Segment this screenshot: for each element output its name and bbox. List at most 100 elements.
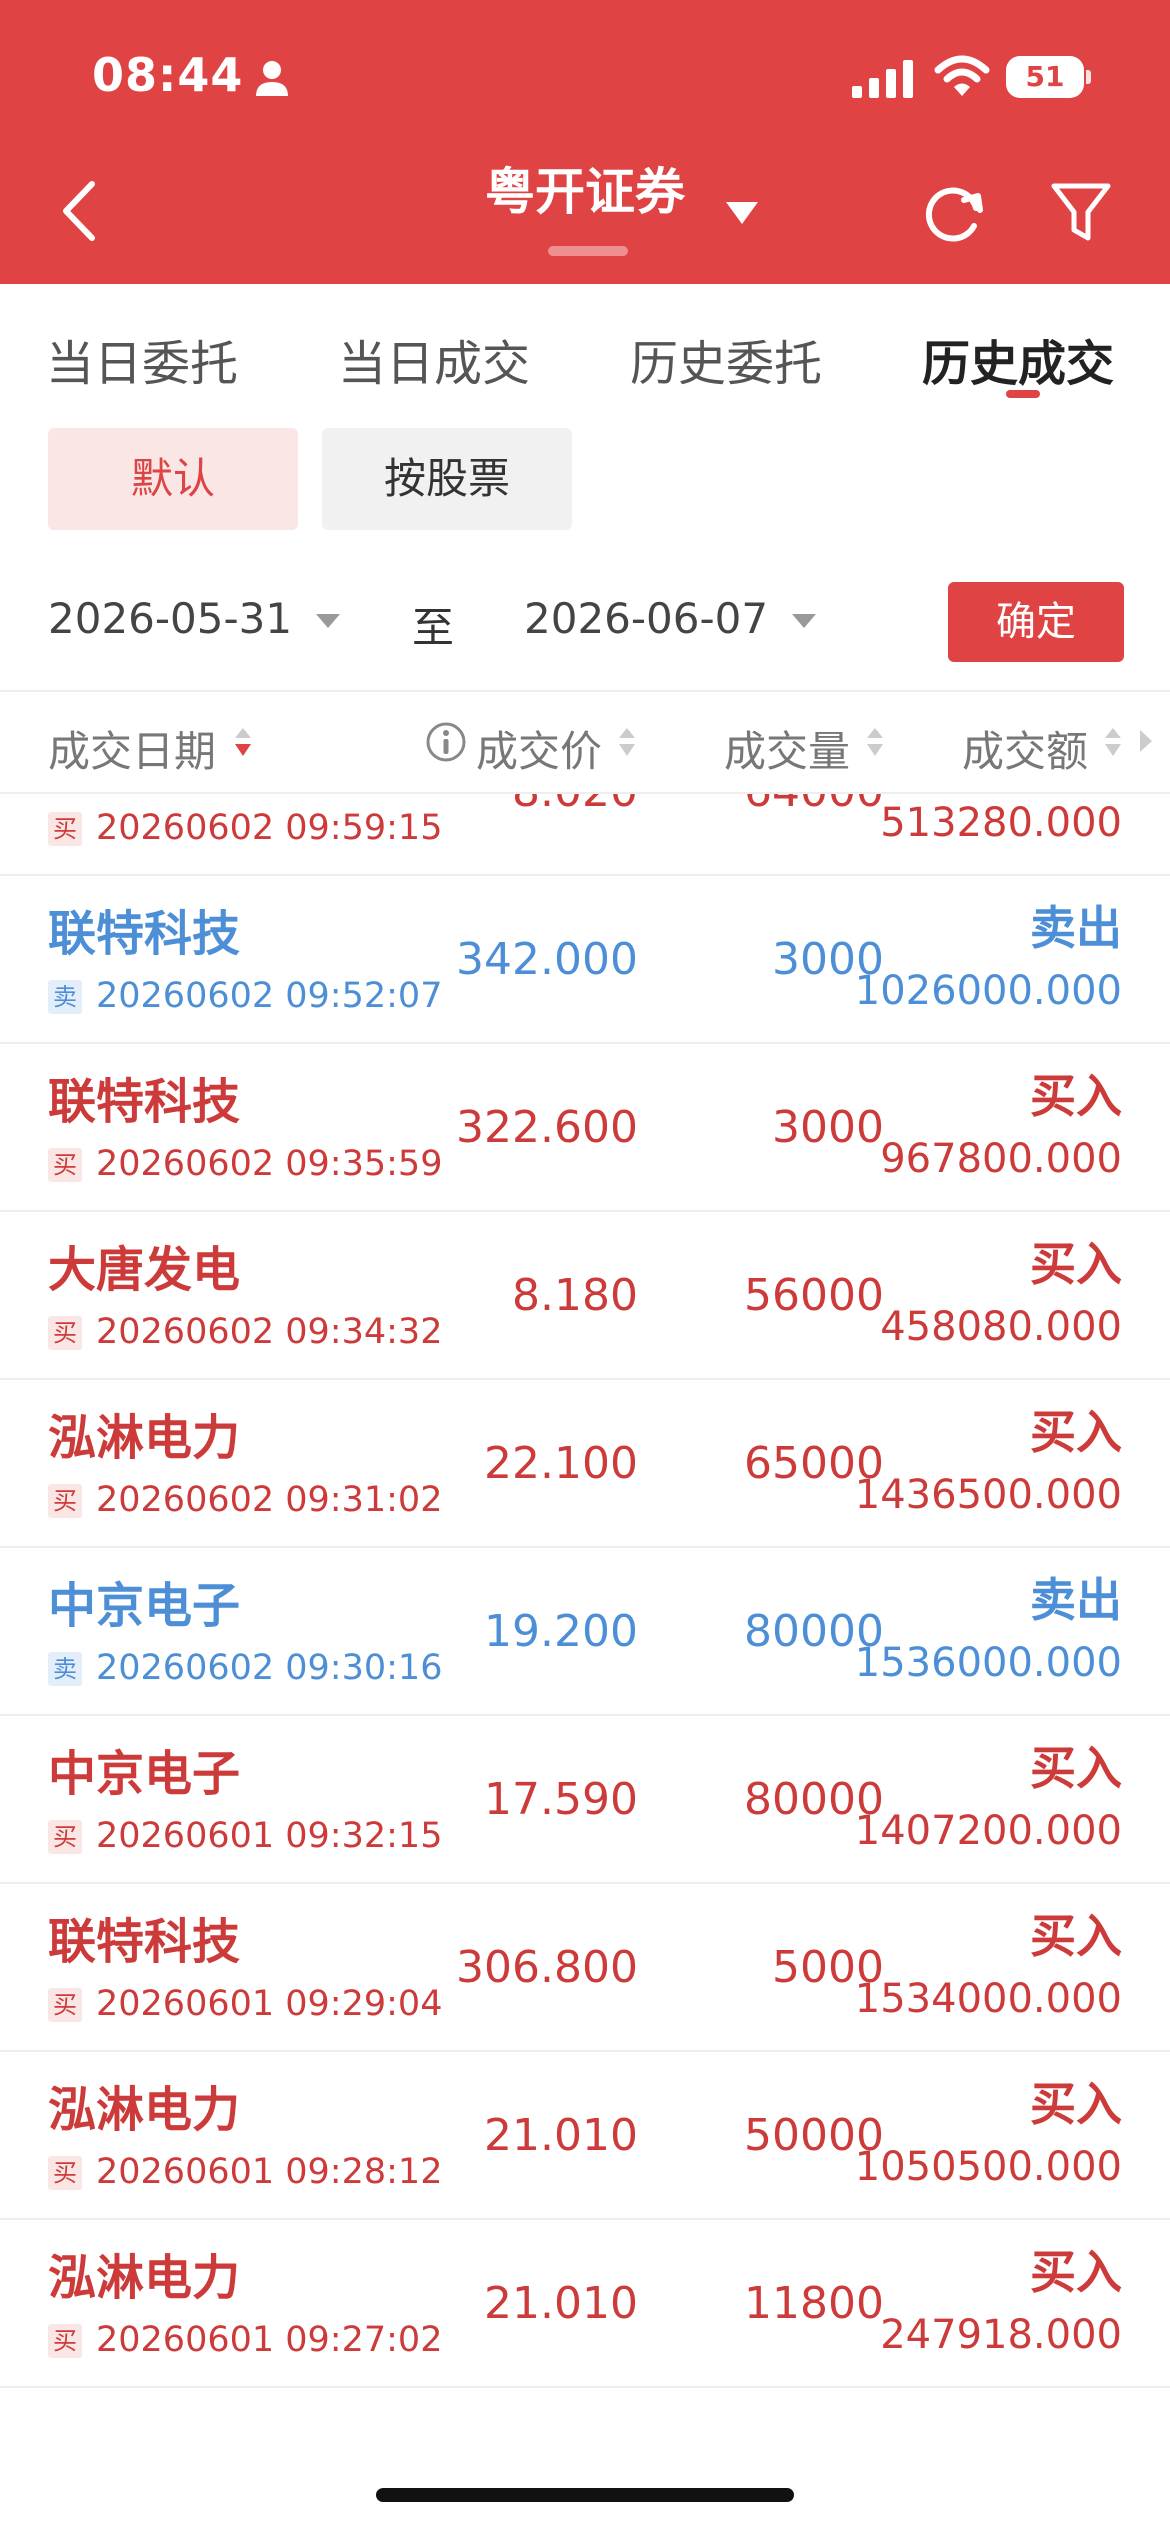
stock-name: 中京电子 [48,1578,241,1634]
table-row[interactable]: 中京电子卖 20260602 09:30:16 19.200 80000 卖出 15360… [0,1548,1170,1716]
table-row[interactable]: 泓淋电力买 20260602 09:31:02 22.100 65000 买入 14365… [0,1380,1170,1548]
chevron-right-icon[interactable] [1136,726,1156,756]
sort-desc-icon[interactable] [232,722,254,762]
trade-amount: 1050500.000 [854,2144,1122,2190]
app-header: 08:44 51 粤开证券 [0,0,1170,284]
trade-price: 21.010 [484,2278,638,2329]
active-tab-indicator [1006,390,1040,398]
trade-time: 20260602 09:52:07 [96,976,443,1016]
trade-time: 20260601 09:32:15 [96,1816,443,1856]
filter-icon[interactable] [1048,178,1114,248]
trade-qty: 56000 [744,1270,884,1321]
sort-icon[interactable] [864,722,886,762]
table-row[interactable]: 联特科技买 20260602 09:35:59 322.600 3000 买入 96780… [0,1044,1170,1212]
trade-price: 21.010 [484,2110,638,2161]
trade-price: 19.200 [484,1606,638,1657]
date-range-separator: 至 [412,603,455,652]
column-date-header[interactable]: 成交日期 [48,718,216,779]
stock-name: 泓淋电力 [48,2082,241,2138]
trade-direction: 买入 [1030,2245,1122,2299]
start-date-field[interactable]: 2026-05-31 [48,594,292,643]
trade-amount: 247918.000 [880,2312,1122,2358]
trade-qty: 11800 [744,2278,884,2329]
trade-direction: 买入 [1030,1069,1122,1123]
tab-today-orders[interactable]: 当日委托 [46,324,238,394]
side-badge: 卖 [48,980,82,1014]
trade-amount: 1536000.000 [854,1640,1122,1686]
side-badge: 买 [48,1316,82,1350]
table-row[interactable]: 大唐发电买 20260602 09:34:32 8.180 56000 买入 458080… [0,1212,1170,1380]
tab-bar: 当日委托 当日成交 历史委托 历史成交 [0,284,1170,404]
trade-direction: 买入 [1030,1909,1122,1963]
table-row[interactable]: 泓淋电力买 20260601 09:27:02 21.010 11800 买入 24791… [0,2220,1170,2388]
refresh-icon[interactable] [918,178,988,248]
page-title[interactable]: 粤开证券 [0,152,1170,224]
confirm-button[interactable]: 确定 [948,582,1124,662]
stock-name: 泓淋电力 [48,1410,241,1466]
trade-amount: 1026000.000 [854,968,1122,1014]
trade-direction: 买入 [1030,1405,1122,1459]
stock-name: 泓淋电力 [48,2250,241,2306]
battery-indicator: 51 [1006,56,1084,98]
end-date-chevron-icon[interactable] [790,612,818,630]
stock-name: 大唐发电 [48,1242,241,1298]
stock-name: 中京电子 [48,1746,241,1802]
status-time: 08:44 [92,48,244,102]
sort-icon[interactable] [1102,722,1124,762]
wifi-icon [934,55,990,96]
trade-price: 22.100 [484,1438,638,1489]
trade-price: 342.000 [456,934,638,985]
trade-time: 20260602 09:34:32 [96,1312,443,1352]
side-badge: 买 [48,2324,82,2358]
trade-direction: 卖出 [1030,1573,1122,1627]
trade-price: 17.590 [484,1774,638,1825]
trade-list[interactable]: 买 20260602 09:59:15 8.020 64000 513280.0… [0,794,1170,2404]
stock-name: 联特科技 [48,906,241,962]
column-qty-header[interactable]: 成交量 [724,718,850,779]
trade-price: 8.180 [512,1270,638,1321]
table-row[interactable]: 泓淋电力买 20260601 09:28:12 21.010 50000 买入 10505… [0,2052,1170,2220]
trade-time: 20260602 09:35:59 [96,1144,443,1184]
trade-direction: 卖出 [1030,901,1122,955]
trade-time: 20260602 09:31:02 [96,1480,443,1520]
table-row[interactable]: 联特科技卖 20260602 09:52:07 342.000 3000 卖出 10260… [0,876,1170,1044]
trade-time: 20260601 09:29:04 [96,1984,443,2024]
account-subtitle-blur [548,246,628,256]
sort-icon[interactable] [616,722,638,762]
tab-history-orders[interactable]: 历史委托 [630,324,822,394]
filter-default-button[interactable]: 默认 [48,428,298,530]
info-icon[interactable] [424,720,468,764]
trade-amount: 458080.000 [880,1304,1122,1350]
table-row[interactable]: 买 20260602 09:59:15 8.020 64000 513280.0… [0,794,1170,876]
battery-tip [1086,70,1091,84]
start-date-chevron-icon[interactable] [314,612,342,630]
trade-amount: 1436500.000 [854,1472,1122,1518]
trade-time: 20260602 09:30:16 [96,1648,443,1688]
trade-price: 8.020 [512,794,638,817]
end-date-field[interactable]: 2026-06-07 [524,594,768,643]
trade-time: 20260601 09:27:02 [96,2320,443,2360]
tab-today-trades[interactable]: 当日成交 [338,324,530,394]
filter-by-stock-button[interactable]: 按股票 [322,428,572,530]
chevron-down-icon[interactable] [722,198,762,226]
stock-name: 联特科技 [48,1074,241,1130]
person-icon [256,61,288,96]
table-row[interactable]: 联特科技买 20260601 09:29:04 306.800 5000 买入 15340… [0,1884,1170,2052]
trade-time: 20260601 09:28:12 [96,2152,443,2192]
trade-price: 322.600 [456,1102,638,1153]
trade-qty: 3000 [772,1102,884,1153]
side-badge: 买 [48,1148,82,1182]
home-indicator [376,2488,794,2502]
trade-direction: 买入 [1030,2077,1122,2131]
trade-qty: 64000 [744,794,884,817]
side-badge: 买 [48,812,82,846]
table-row[interactable]: 中京电子买 20260601 09:32:15 17.590 80000 买入 14072… [0,1716,1170,1884]
column-amount-header[interactable]: 成交额 [962,718,1088,779]
trade-amount: 1534000.000 [854,1976,1122,2022]
column-price-header[interactable]: 成交价 [476,718,602,779]
tab-history-trades[interactable]: 历史成交 [922,324,1114,394]
trade-amount: 513280.000 [880,800,1122,846]
trade-direction: 买入 [1030,1741,1122,1795]
side-badge: 卖 [48,1652,82,1686]
side-badge: 买 [48,1988,82,2022]
